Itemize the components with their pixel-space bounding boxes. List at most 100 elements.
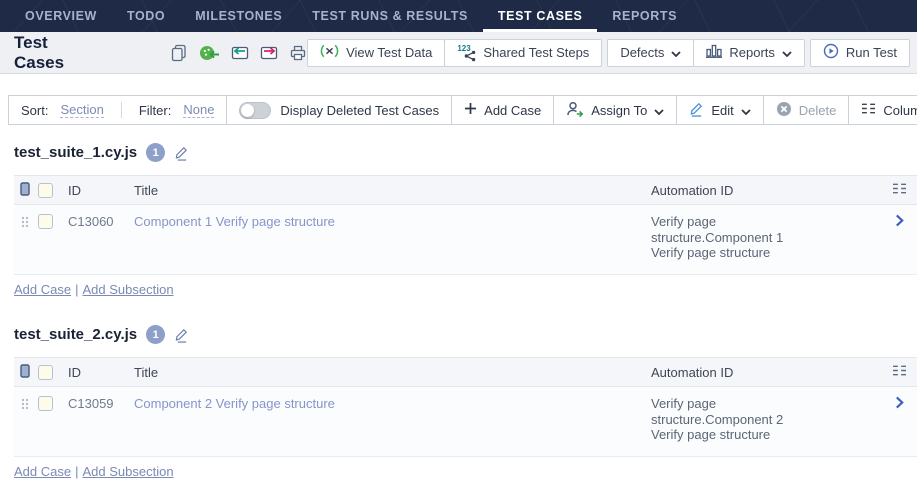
test-suite-section-1: test_suite_1.cy.js 1 ID Title Automation… — [0, 143, 917, 297]
test-case-row: C13059 Component 2 Verify page structure… — [14, 387, 917, 457]
run-test-label: Run Test — [846, 45, 897, 60]
toolbar-buttons: View Test Data 123 Shared Test Steps Def… — [307, 39, 910, 67]
defects-dropdown-button[interactable]: Defects — [607, 39, 694, 67]
table-columns-icon[interactable] — [892, 182, 907, 198]
add-case-link[interactable]: Add Case — [14, 464, 71, 479]
chevron-down-icon — [671, 45, 681, 60]
view-test-data-label: View Test Data — [346, 45, 432, 60]
drag-handle-icon[interactable] — [21, 216, 29, 231]
section-footer-links: Add Case | Add Subsection — [14, 282, 917, 297]
column-header-title: Title — [134, 365, 651, 380]
select-all-checkbox[interactable] — [38, 365, 53, 380]
delete-button[interactable]: Delete — [763, 95, 850, 125]
column-header-automation-id: Automation ID — [651, 365, 881, 380]
reports-dropdown-button[interactable]: Reports — [693, 39, 805, 67]
case-id: C13059 — [68, 396, 134, 411]
drag-handle-icon[interactable] — [21, 398, 29, 413]
section-title: test_suite_1.cy.js — [14, 144, 137, 161]
case-title-link[interactable]: Component 2 Verify page structure — [134, 396, 335, 411]
row-checkbox[interactable] — [38, 396, 53, 411]
table-header-row: ID Title Automation ID — [14, 357, 917, 387]
reports-label: Reports — [729, 45, 775, 60]
test-case-table: ID Title Automation ID C13060 Component … — [14, 175, 917, 275]
export-icon[interactable] — [260, 44, 278, 62]
table-columns-icon[interactable] — [892, 364, 907, 380]
edit-dropdown-button[interactable]: Edit — [676, 95, 763, 125]
chevron-down-icon — [654, 103, 664, 118]
filter-value-link[interactable]: None — [183, 102, 214, 118]
sort-label: Sort: — [21, 103, 48, 118]
section-header: test_suite_1.cy.js 1 — [14, 143, 917, 162]
section-header: test_suite_2.cy.js 1 — [14, 325, 917, 344]
nav-item-test-cases[interactable]: TEST CASES — [483, 0, 598, 32]
toolbar: Test Cases View Test Data — [0, 32, 917, 74]
filter-action-bar: Sort: Section Filter: None Display Deleted… — [8, 95, 910, 125]
test-data-icon — [320, 44, 339, 61]
automation-sync-icon[interactable] — [199, 44, 220, 62]
row-indicator-icon — [20, 182, 30, 199]
import-icon[interactable] — [231, 44, 249, 62]
add-case-button[interactable]: Add Case — [451, 95, 554, 125]
chevron-right-icon[interactable] — [895, 214, 904, 230]
nav-item-overview[interactable]: OVERVIEW — [10, 0, 112, 32]
divider — [121, 102, 122, 118]
add-case-link[interactable]: Add Case — [14, 282, 71, 297]
nav-item-todo[interactable]: TODO — [112, 0, 180, 32]
column-header-automation-id: Automation ID — [651, 183, 881, 198]
automation-id-value: Verify page structure.Component 1 Verify… — [651, 214, 813, 261]
page-title: Test Cases — [14, 33, 68, 73]
columns-button[interactable]: Columns — [848, 95, 917, 125]
chevron-down-icon — [741, 103, 751, 118]
edit-section-icon[interactable] — [174, 145, 189, 161]
row-checkbox[interactable] — [38, 214, 53, 229]
test-case-row: C13060 Component 1 Verify page structure… — [14, 205, 917, 275]
nav-item-milestones[interactable]: MILESTONES — [180, 0, 297, 32]
deleted-cases-segment: Display Deleted Test Cases — [226, 95, 452, 125]
row-indicator-icon — [20, 364, 30, 381]
copy-icon[interactable] — [170, 44, 188, 62]
case-title-link[interactable]: Component 1 Verify page structure — [134, 214, 335, 229]
edit-label: Edit — [711, 103, 733, 118]
defects-label: Defects — [620, 45, 664, 60]
filter-label: Filter: — [139, 103, 172, 118]
nav-item-reports[interactable]: REPORTS — [597, 0, 692, 32]
assign-to-label: Assign To — [591, 103, 647, 118]
display-deleted-label: Display Deleted Test Cases — [280, 103, 439, 118]
columns-icon — [861, 102, 876, 118]
delete-circle-icon — [776, 101, 792, 120]
shared-steps-icon: 123 — [457, 45, 476, 61]
sort-value-link[interactable]: Section — [60, 102, 103, 118]
toolbar-icon-cluster — [170, 44, 307, 62]
section-title: test_suite_2.cy.js — [14, 326, 137, 343]
select-all-checkbox[interactable] — [38, 183, 53, 198]
toggle-knob — [241, 104, 254, 117]
case-count-badge: 1 — [146, 325, 165, 344]
test-suite-section-2: test_suite_2.cy.js 1 ID Title Automation… — [0, 325, 917, 479]
display-deleted-toggle[interactable] — [239, 102, 271, 119]
bar-chart-icon — [706, 44, 722, 61]
section-footer-links: Add Case | Add Subsection — [14, 464, 917, 479]
column-header-title: Title — [134, 183, 651, 198]
shared-test-steps-button[interactable]: 123 Shared Test Steps — [444, 39, 602, 67]
case-count-badge: 1 — [146, 143, 165, 162]
top-navigation: OVERVIEW TODO MILESTONES TEST RUNS & RES… — [0, 0, 917, 32]
run-test-button[interactable]: Run Test — [810, 39, 910, 67]
assign-to-dropdown-button[interactable]: Assign To — [553, 95, 677, 125]
test-case-table: ID Title Automation ID C13059 Component … — [14, 357, 917, 457]
print-icon[interactable] — [289, 44, 307, 62]
view-test-data-button[interactable]: View Test Data — [307, 39, 445, 67]
add-subsection-link[interactable]: Add Subsection — [82, 282, 173, 297]
play-circle-icon — [823, 43, 839, 62]
nav-item-test-runs-results[interactable]: TEST RUNS & RESULTS — [297, 0, 483, 32]
chevron-right-icon[interactable] — [895, 396, 904, 412]
links-separator: | — [75, 464, 78, 479]
automation-id-value: Verify page structure.Component 2 Verify… — [651, 396, 813, 443]
plus-icon — [464, 102, 477, 118]
links-separator: | — [75, 282, 78, 297]
add-subsection-link[interactable]: Add Subsection — [82, 464, 173, 479]
assign-person-icon — [566, 101, 584, 120]
case-id: C13060 — [68, 214, 134, 229]
shared-test-steps-label: Shared Test Steps — [483, 45, 589, 60]
column-header-id: ID — [68, 365, 134, 380]
edit-section-icon[interactable] — [174, 327, 189, 343]
